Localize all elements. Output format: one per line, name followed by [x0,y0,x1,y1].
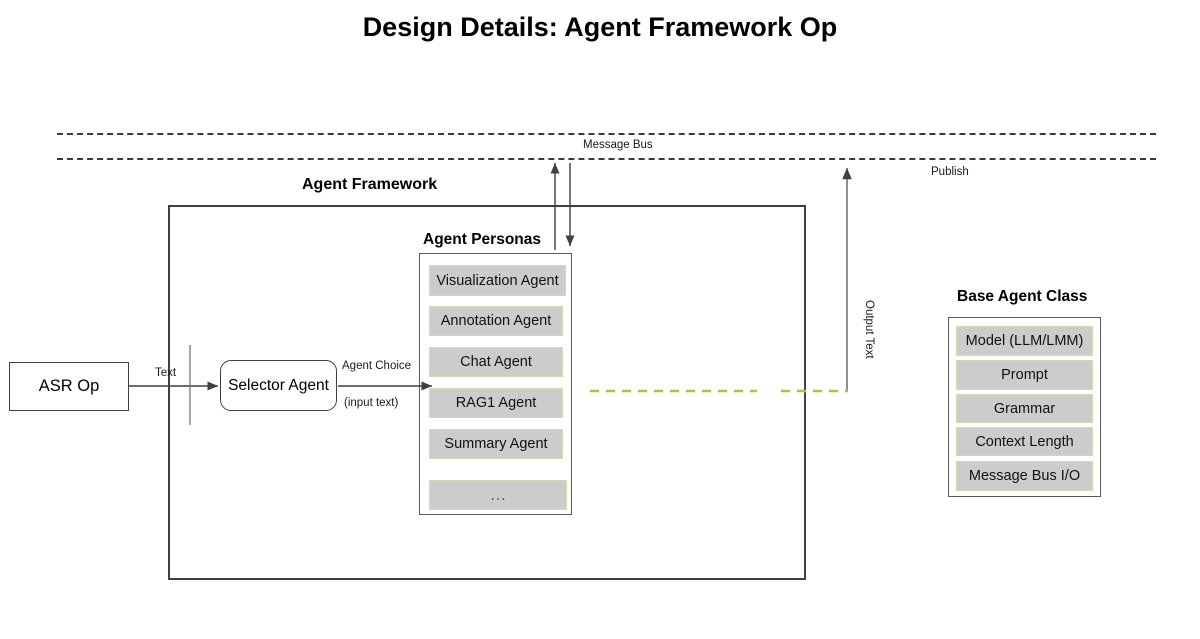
message-bus-bottom-line [57,158,1156,160]
edge-label-output-text: Output Text [863,300,875,359]
edge-label-agent-choice: Agent Choice [342,360,412,372]
persona-chip-ellipsis[interactable]: … [429,480,567,510]
page-title: Design Details: Agent Framework Op [362,12,838,42]
base-class-chip-model[interactable]: Model (LLM/LMM) [956,326,1093,356]
base-class-chip-prompt[interactable]: Prompt [956,360,1093,390]
publish-label: Publish [931,166,969,178]
edge-label-text: Text [155,367,177,379]
persona-chip-chat-agent[interactable]: Chat Agent [429,347,563,377]
message-bus-top-line [57,133,1156,135]
persona-chip-visualization-agent[interactable]: Visualization Agent [429,265,566,296]
diagram-canvas: Design Details: Agent Framework Op Messa… [0,0,1200,639]
asr-op-node[interactable]: ASR Op [9,362,129,411]
selector-agent-node[interactable]: Selector Agent [220,360,337,411]
persona-chip-annotation-agent[interactable]: Annotation Agent [429,306,563,336]
base-agent-class-title: Base Agent Class [957,288,1088,305]
message-bus-label: Message Bus [583,139,653,151]
base-class-chip-grammar[interactable]: Grammar [956,394,1093,423]
edge-label-input-text: (input text) [344,397,399,409]
persona-chip-rag1-agent[interactable]: RAG1 Agent [429,388,563,418]
base-class-chip-context-length[interactable]: Context Length [956,427,1093,456]
agent-personas-title: Agent Personas [423,231,542,248]
persona-chip-summary-agent[interactable]: Summary Agent [429,429,563,459]
base-class-chip-message-bus-io[interactable]: Message Bus I/O [956,461,1093,491]
agent-framework-title: Agent Framework [302,176,438,193]
